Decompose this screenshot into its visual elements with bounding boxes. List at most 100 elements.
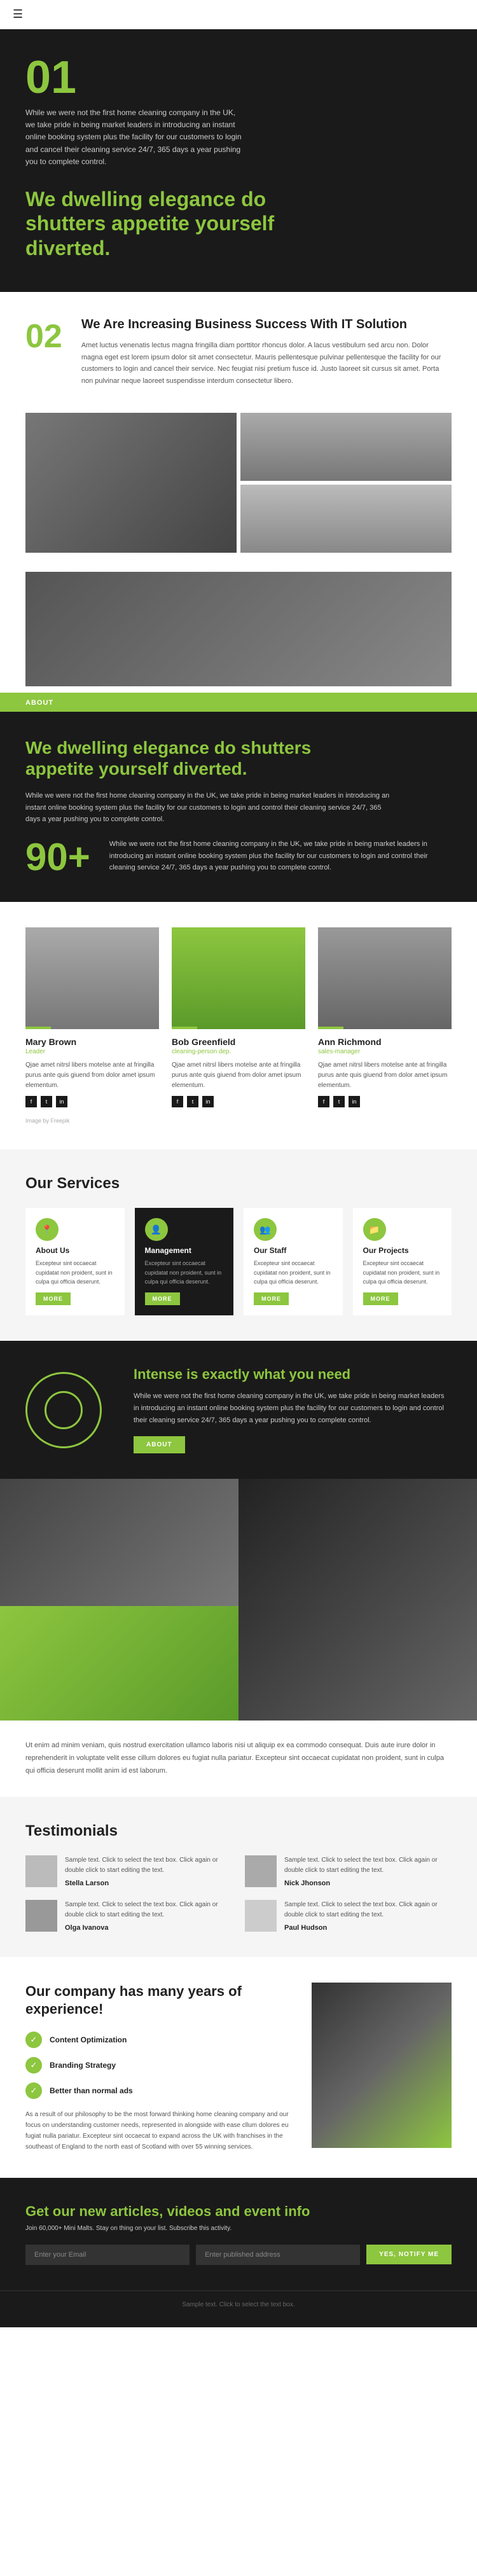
service-more-btn-2[interactable]: MORE: [145, 1292, 180, 1305]
intense-graphic: [25, 1372, 114, 1448]
section2-number: 02: [25, 317, 62, 356]
twitter-icon-1[interactable]: t: [41, 1096, 52, 1107]
service-desc-4: Excepteur sint occaecat cupidatat non pr…: [363, 1259, 442, 1286]
about-badge: ABOUT: [0, 693, 477, 712]
grid-image-1: [25, 413, 237, 553]
service-more-btn-4[interactable]: MORE: [363, 1292, 398, 1305]
grid-image-4: [25, 572, 452, 686]
instagram-icon-1[interactable]: in: [56, 1096, 67, 1107]
testimonial-content-4: Sample text. Click to select the text bo…: [284, 1900, 452, 1932]
testimonial-3: Sample text. Click to select the text bo…: [25, 1900, 232, 1932]
service-desc-1: Excepteur sint occaecat cupidatat non pr…: [36, 1259, 114, 1286]
grid-image-3: [240, 485, 452, 553]
service-title-1: About Us: [36, 1246, 114, 1255]
strip-image-1: [0, 1479, 238, 1606]
intense-content: Intense is exactly what you need While w…: [134, 1366, 452, 1453]
gear-circle: [25, 1372, 102, 1448]
service-more-btn-3[interactable]: MORE: [254, 1292, 289, 1305]
notify-button[interactable]: YES, NOTIFY ME: [366, 2245, 452, 2264]
newsletter-name-input[interactable]: [196, 2245, 360, 2265]
hero-text: While we were not the first home cleanin…: [25, 107, 242, 168]
team-photo-1: [25, 927, 159, 1029]
section2-text: Amet luctus venenatis lectus magna fring…: [81, 340, 452, 387]
hamburger-icon[interactable]: ☰: [13, 8, 23, 20]
hero-number: 01: [25, 55, 452, 100]
avatar-1: [25, 1855, 57, 1887]
footer-text: Sample text. Click to select the text bo…: [25, 2301, 452, 2308]
testimonials-heading: Testimonials: [25, 1822, 452, 1840]
team-member-1: Mary Brown Leader Qjae amet nitrsl liber…: [25, 927, 159, 1107]
team-desc-2: Qjae amet nitrsl libers motelse ante at …: [172, 1060, 305, 1091]
team-name-3: Ann Richmond: [318, 1037, 452, 1047]
testimonial-content-3: Sample text. Click to select the text bo…: [65, 1900, 232, 1932]
avatar-2: [245, 1855, 277, 1887]
company-desc: As a result of our philosophy to be the …: [25, 2109, 293, 2152]
team-role-1: Leader: [25, 1048, 159, 1055]
team-credit: Image by Freepik: [25, 1118, 452, 1124]
twitter-icon-2[interactable]: t: [187, 1096, 198, 1107]
testimonial-text-3: Sample text. Click to select the text bo…: [65, 1900, 232, 1920]
intense-text: While we were not the first home cleanin…: [134, 1390, 452, 1426]
company-right: [312, 1983, 452, 2152]
feature-text-3: Better than normal ads: [50, 2086, 133, 2095]
facebook-icon-3[interactable]: f: [318, 1096, 329, 1107]
intense-section: Intense is exactly what you need While w…: [0, 1341, 477, 1479]
service-icon-2: 👤: [145, 1218, 168, 1241]
team-member-2: Bob Greenfield cleaning-person dep. Qjae…: [172, 927, 305, 1107]
check-icon-3: ✓: [25, 2082, 42, 2099]
newsletter-form: YES, NOTIFY ME: [25, 2245, 452, 2265]
section2: 02 We Are Increasing Business Success Wi…: [0, 292, 477, 413]
team-grid: Mary Brown Leader Qjae amet nitrsl liber…: [25, 927, 452, 1107]
image-strip: [0, 1479, 477, 1606]
social-icons-2: f t in: [172, 1096, 305, 1107]
team-section: Mary Brown Leader Qjae amet nitrsl liber…: [0, 902, 477, 1149]
social-icons-3: f t in: [318, 1096, 452, 1107]
stat-box: 90+: [25, 838, 90, 876]
service-title-3: Our Staff: [254, 1246, 333, 1255]
service-card-1: 📍 About Us Excepteur sint occaecat cupid…: [25, 1208, 125, 1315]
about-section: We dwelling elegance do shutters appetit…: [0, 712, 477, 902]
text-block: Ut enim ad minim veniam, quis nostrud ex…: [25, 1740, 452, 1777]
service-more-btn-1[interactable]: MORE: [36, 1292, 71, 1305]
feature-item-2: ✓ Branding Strategy: [25, 2057, 293, 2074]
testimonial-2: Sample text. Click to select the text bo…: [245, 1855, 452, 1887]
instagram-icon-2[interactable]: in: [202, 1096, 214, 1107]
team-desc-3: Qjae amet nitrsl libers motelse ante at …: [318, 1060, 452, 1091]
testimonial-name-3: Olga Ivanova: [65, 1924, 232, 1932]
newsletter-section: Get our new articles, videos and event i…: [0, 2178, 477, 2290]
feature-item-3: ✓ Better than normal ads: [25, 2082, 293, 2099]
avatar-4: [245, 1900, 277, 1932]
testimonial-text-2: Sample text. Click to select the text bo…: [284, 1855, 452, 1876]
feature-text-2: Branding Strategy: [50, 2061, 116, 2070]
intense-title: Intense is exactly what you need: [134, 1366, 452, 1383]
strip-image-2: [238, 1479, 477, 1606]
section2-content: We Are Increasing Business Success With …: [81, 317, 452, 387]
instagram-icon-3[interactable]: in: [349, 1096, 360, 1107]
service-title-2: Management: [145, 1246, 224, 1255]
services-grid: 📍 About Us Excepteur sint occaecat cupid…: [25, 1208, 452, 1315]
newsletter-heading: Get our new articles, videos and event i…: [25, 2203, 452, 2220]
facebook-icon-1[interactable]: f: [25, 1096, 37, 1107]
team-role-2: cleaning-person dep.: [172, 1048, 305, 1055]
footer: Sample text. Click to select the text bo…: [0, 2290, 477, 2327]
service-icon-4: 📁: [363, 1218, 386, 1241]
testimonial-content-1: Sample text. Click to select the text bo…: [65, 1855, 232, 1887]
grid-image-group: [240, 413, 452, 553]
facebook-icon-2[interactable]: f: [172, 1096, 183, 1107]
company-image: [312, 1983, 452, 2148]
feature-item-1: ✓ Content Optimization: [25, 2032, 293, 2048]
team-desc-1: Qjae amet nitrsl libers motelse ante at …: [25, 1060, 159, 1091]
stat-number: 90+: [25, 838, 90, 876]
twitter-icon-3[interactable]: t: [333, 1096, 345, 1107]
about-content: 90+ While we were not the first home cle…: [25, 838, 452, 876]
top-nav: ☰: [0, 0, 477, 29]
services-section: Our Services 📍 About Us Excepteur sint o…: [0, 1149, 477, 1341]
newsletter-email-input[interactable]: [25, 2245, 190, 2265]
service-icon-1: 📍: [36, 1218, 59, 1241]
intense-about-btn[interactable]: ABOUT: [134, 1436, 185, 1453]
image-strip-2: [0, 1606, 477, 1721]
feature-text-1: Content Optimization: [50, 2035, 127, 2044]
grid-image-2: [240, 413, 452, 481]
services-heading: Our Services: [25, 1175, 452, 1193]
testimonial-content-2: Sample text. Click to select the text bo…: [284, 1855, 452, 1887]
